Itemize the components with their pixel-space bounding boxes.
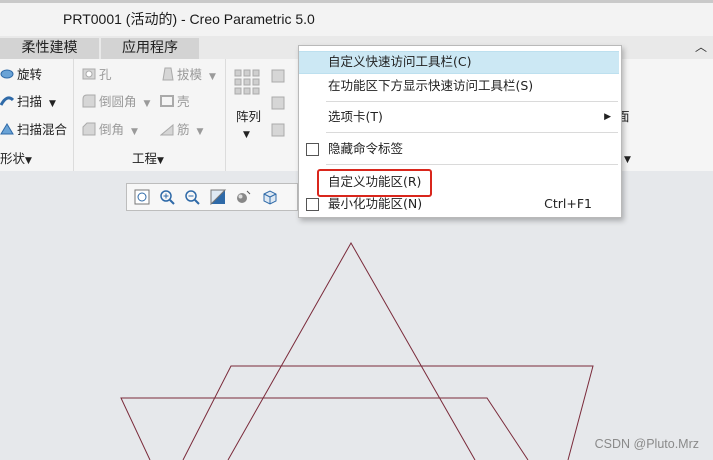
chamfer-label: 倒角 xyxy=(99,122,125,137)
pattern-icon[interactable] xyxy=(233,68,261,96)
hole-icon xyxy=(82,67,96,81)
pattern-label[interactable]: 阵列 xyxy=(236,107,261,127)
tab-applications[interactable]: 应用程序 xyxy=(101,38,199,59)
menu-separator xyxy=(326,132,618,133)
shortcut-label: Ctrl+F1 xyxy=(544,196,592,211)
chevron-up-icon[interactable]: ︿ xyxy=(695,38,707,55)
chevron-down-icon[interactable]: ▼ xyxy=(624,150,631,170)
chevron-right-icon: ▶ xyxy=(604,112,611,122)
zoom-in-icon[interactable] xyxy=(158,188,176,206)
swept-blend-label: 扫描混合 xyxy=(17,122,68,137)
rib-icon xyxy=(159,122,174,136)
shell-button[interactable]: 壳 xyxy=(160,92,190,112)
menu-separator xyxy=(326,164,618,165)
menu-separator xyxy=(326,101,618,102)
chevron-down-icon[interactable]: ▼ xyxy=(131,127,138,137)
revolve-icon xyxy=(0,67,14,81)
chevron-down-icon[interactable]: ▼ xyxy=(243,125,250,145)
menu-item-show-qat-below-ribbon[interactable]: 在功能区下方显示快速访问工具栏(S) xyxy=(299,75,619,97)
repaint-icon[interactable] xyxy=(209,188,227,206)
revolve-label: 旋转 xyxy=(17,67,43,82)
draft-button[interactable]: 拔模 ▼ xyxy=(160,65,216,85)
mirror-icon[interactable] xyxy=(271,69,285,83)
round-button[interactable]: 倒圆角 ▼ xyxy=(82,92,150,112)
shell-icon xyxy=(160,94,174,108)
zoom-out-icon[interactable] xyxy=(183,188,201,206)
draft-label: 拔模 xyxy=(177,67,203,82)
swept-blend-icon xyxy=(0,122,14,136)
rib-label: 筋 xyxy=(177,122,190,137)
revolve-button[interactable]: 旋转 xyxy=(0,65,42,85)
shell-label: 壳 xyxy=(177,94,190,109)
group-divider xyxy=(73,59,74,171)
sweep-icon xyxy=(0,94,15,108)
chamfer-button[interactable]: 倒角 ▼ xyxy=(82,120,138,140)
menu-item-tabs[interactable]: 选项卡(T) ▶ xyxy=(299,106,619,128)
window-title: PRT0001 (活动的) - Creo Parametric 5.0 xyxy=(63,11,315,27)
refit-icon[interactable] xyxy=(133,188,151,206)
display-style-icon[interactable] xyxy=(234,188,252,206)
watermark: CSDN @Pluto.Mrz xyxy=(594,437,699,451)
group-divider xyxy=(225,59,226,171)
hole-label: 孔 xyxy=(99,67,112,82)
draft-icon xyxy=(160,67,174,81)
chevron-down-icon: ▼ xyxy=(25,156,32,166)
hole-button[interactable]: 孔 xyxy=(82,65,112,85)
chevron-down-icon[interactable]: ▼ xyxy=(144,99,151,109)
chamfer-icon xyxy=(82,122,96,136)
rib-button[interactable]: 筋 ▼ xyxy=(159,120,204,140)
menu-item-customize-quick-access[interactable]: 自定义快速访问工具栏(C) xyxy=(299,51,619,74)
menu-item-hide-command-labels[interactable]: 隐藏命令标签 xyxy=(299,138,619,160)
group-label-engineering[interactable]: 工程▼ xyxy=(132,150,164,168)
chevron-down-icon: ▼ xyxy=(157,156,164,166)
sweep-label: 扫描 xyxy=(17,94,43,109)
title-bar: PRT0001 (活动的) - Creo Parametric 5.0 xyxy=(0,0,713,36)
saved-orientations-icon[interactable] xyxy=(261,188,279,206)
sweep-button[interactable]: 扫描 ▼ xyxy=(0,92,56,112)
checkbox-icon[interactable] xyxy=(306,198,319,211)
merge-icon[interactable] xyxy=(271,123,285,137)
group-label-shape[interactable]: 形状▼ xyxy=(0,150,32,168)
round-icon xyxy=(82,94,96,108)
highlight-annotation-box xyxy=(317,169,432,197)
checkbox-icon[interactable] xyxy=(306,143,319,156)
swept-blend-button[interactable]: 扫描混合 xyxy=(0,120,67,140)
chevron-down-icon[interactable]: ▼ xyxy=(49,99,56,109)
round-label: 倒圆角 xyxy=(99,94,137,109)
view-toolbar xyxy=(126,183,298,211)
extend-icon[interactable] xyxy=(271,96,285,110)
chevron-down-icon[interactable]: ▼ xyxy=(209,72,216,82)
tab-flexible-modeling[interactable]: 柔性建模 xyxy=(0,38,99,59)
chevron-down-icon[interactable]: ▼ xyxy=(197,127,204,137)
